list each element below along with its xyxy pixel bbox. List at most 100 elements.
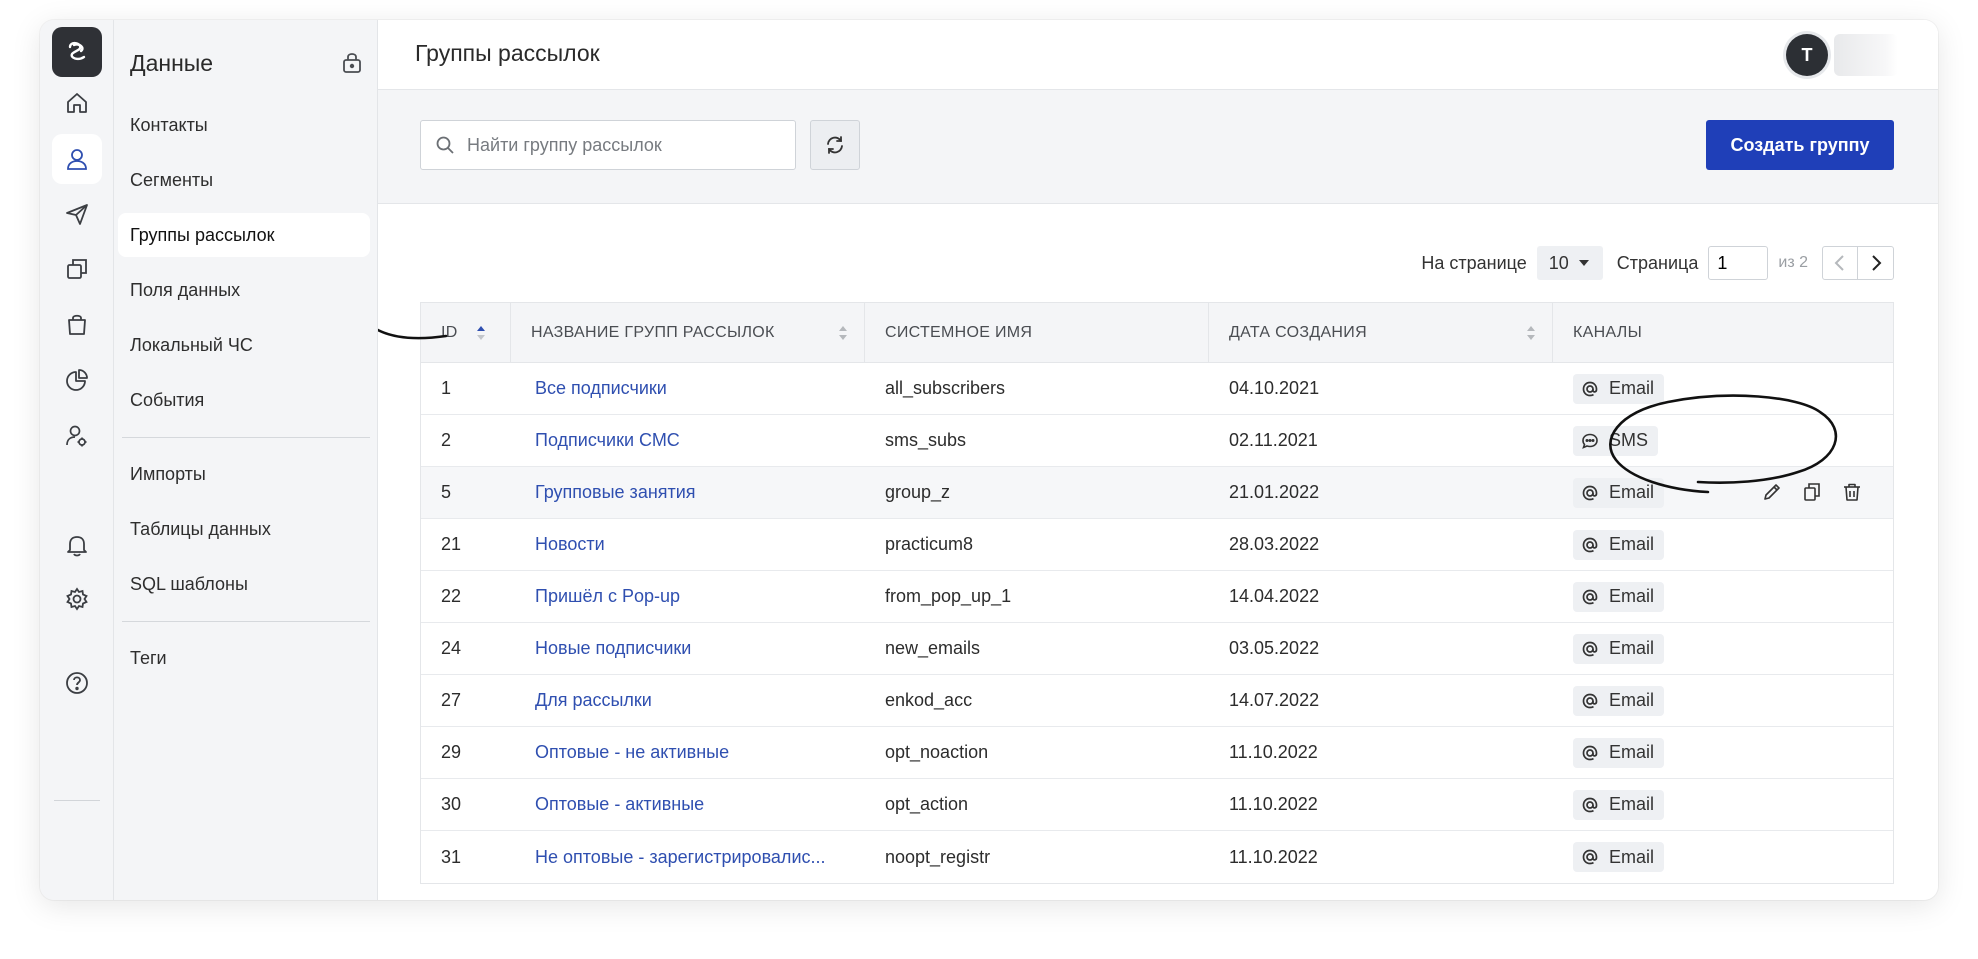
edit-pencil-icon[interactable]	[1761, 481, 1783, 503]
rail-settings[interactable]	[52, 574, 102, 624]
refresh-button[interactable]	[810, 120, 860, 170]
cell-created-date: 11.10.2022	[1229, 794, 1318, 814]
next-page-button[interactable]	[1858, 246, 1894, 280]
section-sidebar: Данные Контакты Сегменты Группы рассылок…	[114, 20, 378, 900]
cell-group-name-link[interactable]: Все подписчики	[511, 378, 865, 399]
rail-notifications[interactable]	[52, 520, 102, 570]
channel-label: Email	[1609, 742, 1655, 762]
rail-help[interactable]	[52, 658, 102, 708]
page-title: Группы рассылок	[415, 40, 600, 66]
sidebar-item-imports[interactable]: Импорты	[118, 452, 370, 496]
rail-analytics[interactable]	[52, 355, 102, 405]
cell-system-name: opt_action	[885, 794, 969, 814]
channel-label: Email	[1609, 586, 1655, 606]
rail-contacts[interactable]	[52, 134, 102, 184]
table-row[interactable]: 21 Новости practicum8 28.03.2022 Email	[421, 519, 1893, 571]
sidebar-item-sql-templates[interactable]: SQL шаблоны	[118, 562, 370, 606]
table-body: 1 Все подписчики all_subscribers 04.10.2021…	[421, 363, 1893, 883]
channel-label: Email	[1609, 846, 1655, 867]
sidebar-item-mailing-groups[interactable]: Группы рассылок	[118, 213, 370, 257]
rail-shop[interactable]	[52, 299, 102, 349]
home-icon	[67, 93, 87, 113]
avatar[interactable]: T	[1786, 34, 1828, 76]
sidebar-item-events[interactable]: События	[118, 378, 370, 422]
column-header-created[interactable]: ДАТА СОЗДАНИЯ	[1209, 303, 1553, 363]
table-row[interactable]: 27 Для рассылки enkod_acc 14.07.2022 Email	[421, 675, 1893, 727]
page-label: Страница	[1616, 252, 1699, 273]
sidebar-item-tags[interactable]: Теги	[118, 636, 370, 680]
logo-icon	[68, 41, 86, 61]
cell-group-name-link[interactable]: Для рассылки	[511, 690, 865, 711]
column-header-name[interactable]: НАЗВАНИЕ ГРУПП РАССЫЛОК	[511, 303, 865, 363]
caret-down-icon	[1578, 260, 1589, 266]
user-name-blurred[interactable]	[1834, 34, 1898, 76]
per-page-value: 10	[1548, 252, 1569, 273]
cell-system-name: opt_noaction	[885, 742, 989, 762]
per-page-select[interactable]: 10	[1536, 246, 1603, 280]
rail-templates[interactable]	[52, 244, 102, 294]
toolbar: Создать группу	[378, 90, 1938, 204]
cell-created-date: 11.10.2022	[1229, 846, 1318, 867]
channel-badge: Email	[1573, 529, 1665, 560]
at-sign-icon	[1582, 485, 1598, 500]
cell-group-name-link[interactable]: Оптовые - не активные	[511, 742, 865, 763]
sidebar-item-data-tables[interactable]: Таблицы данных	[118, 507, 370, 551]
sort-icon	[839, 326, 847, 340]
cell-group-name-link[interactable]: Новые подписчики	[511, 638, 865, 659]
cell-system-name: from_pop_up_1	[885, 586, 1012, 606]
sidebar-item-data-fields[interactable]: Поля данных	[118, 268, 370, 312]
gear-icon	[66, 587, 88, 611]
chevron-left-icon	[1834, 255, 1844, 271]
cell-system-name: group_z	[885, 482, 951, 502]
row-actions	[1761, 481, 1863, 503]
table-row[interactable]: 29 Оптовые - не активные opt_noaction 11.10…	[421, 727, 1893, 779]
sidebar-title: Данные	[130, 50, 214, 76]
channel-badge: Email	[1573, 842, 1665, 872]
rail-user-settings[interactable]	[52, 411, 102, 461]
table-row[interactable]: 1 Все подписчики all_subscribers 04.10.2021…	[421, 363, 1893, 415]
trash-icon[interactable]	[1841, 481, 1863, 503]
sidebar-item-segments[interactable]: Сегменты	[118, 158, 370, 202]
cell-group-name-link[interactable]: Групповые занятия	[511, 482, 865, 503]
cell-group-name-link[interactable]: Новости	[511, 534, 865, 555]
cell-group-name-link[interactable]: Оптовые - активные	[511, 794, 865, 815]
at-sign-icon	[1582, 745, 1598, 760]
channel-label: Email	[1609, 482, 1655, 502]
top-bar: Группы рассылок T	[378, 20, 1938, 90]
cell-created-date: 14.04.2022	[1229, 586, 1320, 606]
table-row[interactable]: 24 Новые подписчики new_emails 03.05.2022 Em…	[421, 623, 1893, 675]
page-number-input[interactable]	[1708, 246, 1769, 280]
app-logo[interactable]	[52, 27, 102, 77]
user-icon	[67, 149, 87, 170]
pagination: На странице 10 Страница из 2	[1421, 246, 1894, 280]
duplicate-icon[interactable]	[1801, 481, 1823, 503]
cell-created-date: 03.05.2022	[1229, 638, 1320, 658]
sidebar-item-contacts[interactable]: Контакты	[118, 103, 370, 147]
cell-group-name-link[interactable]: Подписчики СМС	[511, 430, 865, 451]
user-gear-icon	[66, 425, 87, 447]
sort-asc-icon	[477, 326, 485, 340]
rail-campaigns[interactable]	[52, 189, 102, 239]
prev-page-button[interactable]	[1822, 246, 1858, 280]
rail-home[interactable]	[52, 78, 102, 128]
table-row[interactable]: 31 Не оптовые - зарегистрировалис... noopt…	[421, 831, 1893, 883]
table-row[interactable]: 2 Подписчики СМС sms_subs 02.11.2021 SMS	[421, 415, 1893, 467]
table-row[interactable]: 5 Групповые занятия group_z 21.01.2022 Email	[421, 467, 1893, 519]
lock-icon[interactable]	[341, 50, 363, 74]
channel-label: Email	[1609, 638, 1655, 658]
create-group-button[interactable]: Создать группу	[1706, 120, 1894, 170]
cell-group-name-link[interactable]: Пришёл с Pop-up	[511, 586, 865, 607]
table-row[interactable]: 22 Пришёл с Pop-up from_pop_up_1 14.04.2022…	[421, 571, 1893, 623]
cell-channels: Email	[1553, 373, 1893, 404]
table-header: ID НАЗВАНИЕ ГРУПП РАССЫЛОК СИСТЕМНОЕ ИМЯ…	[421, 303, 1893, 363]
cell-id: 31	[441, 846, 462, 867]
cell-group-name-link[interactable]: Не оптовые - зарегистрировалис...	[511, 847, 865, 868]
search-box[interactable]	[420, 120, 796, 170]
column-header-id[interactable]: ID	[421, 303, 511, 363]
channel-label: Email	[1609, 378, 1655, 398]
search-input[interactable]	[467, 134, 787, 156]
sidebar-item-local-blacklist[interactable]: Локальный ЧС	[118, 323, 370, 367]
table-row[interactable]: 30 Оптовые - активные opt_action 11.10.2022…	[421, 779, 1893, 831]
cell-channels: Email	[1553, 633, 1893, 664]
page-total: из 2	[1778, 254, 1808, 271]
